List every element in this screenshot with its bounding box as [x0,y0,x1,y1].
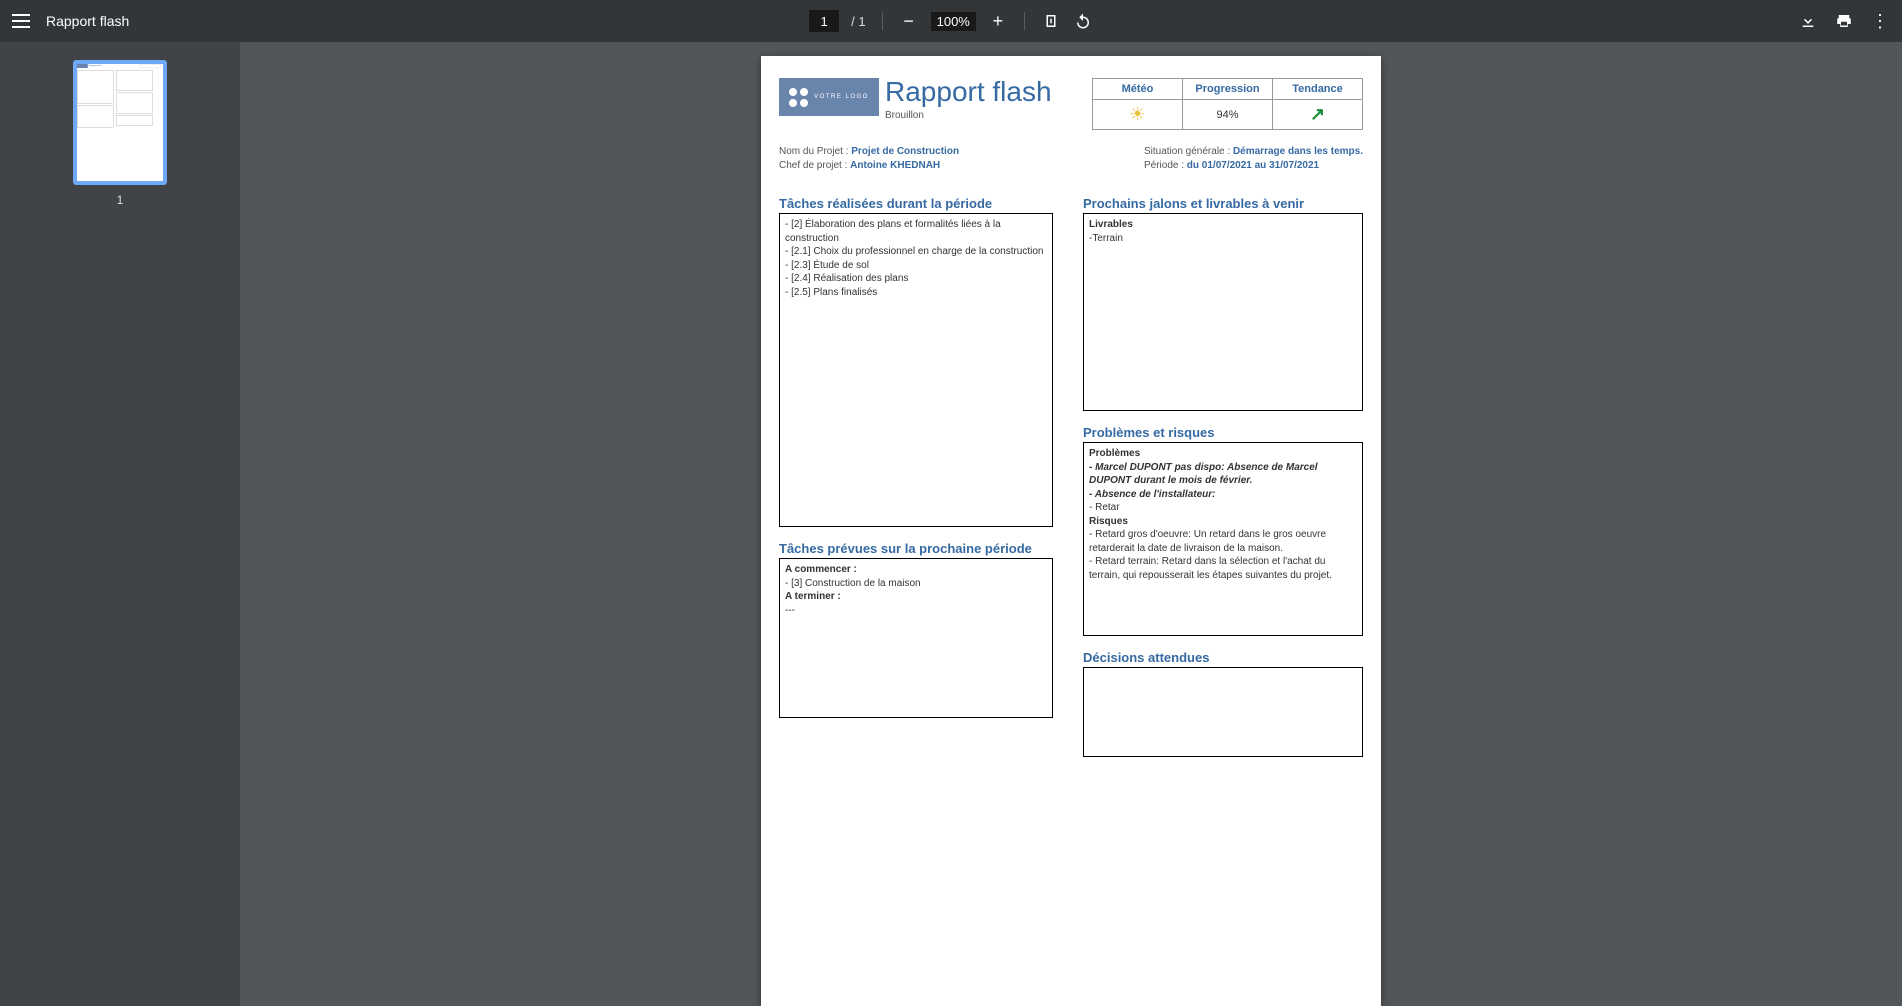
rotate-icon[interactable] [1073,12,1093,30]
periode-label: Période : [1144,160,1187,171]
report-title: Rapport flash [885,78,1052,106]
section-title: Décisions attendues [1083,650,1363,665]
situation-label: Situation générale : [1144,146,1233,157]
document-viewport[interactable]: VOTRE LOGO Rapport flash Brouillon Météo… [240,42,1902,1006]
section-title: Prochains jalons et livrables à venir [1083,196,1363,211]
thumbnail-number: 1 [73,193,167,207]
section-title: Tâches prévues sur la prochaine période [779,541,1053,556]
chef-value: Antoine KHEDNAH [850,160,940,171]
document-title: Rapport flash [46,13,129,29]
progression-value: 94% [1183,100,1273,130]
page-thumbnail-1[interactable]: Rapport flash [73,60,167,185]
section-taches-realisees: Tâches réalisées durant la période - [2]… [779,196,1053,527]
section-decisions: Décisions attendues [1083,650,1363,757]
logo-placeholder: VOTRE LOGO [779,78,879,116]
sun-icon: ☀ [1129,104,1145,124]
section-title: Tâches réalisées durant la période [779,196,1053,211]
menu-icon[interactable] [12,14,30,28]
periode-value: du 01/07/2021 au 31/07/2021 [1187,160,1319,171]
zoom-level[interactable]: 100% [931,12,976,31]
section-jalons: Prochains jalons et livrables à venir Li… [1083,196,1363,411]
section-box: Problèmes - Marcel DUPONT pas dispo: Abs… [1083,442,1363,636]
chef-label: Chef de projet : [779,160,850,171]
page-total: / 1 [851,14,865,29]
pdf-toolbar: Rapport flash / 1 − 100% + ⋮ [0,0,1902,42]
section-title: Problèmes et risques [1083,425,1363,440]
document-page-1: VOTRE LOGO Rapport flash Brouillon Météo… [761,56,1381,1006]
section-taches-prevues: Tâches prévues sur la prochaine période … [779,541,1053,718]
section-box [1083,667,1363,757]
page-number-input[interactable] [809,10,839,32]
zoom-out-button[interactable]: − [899,11,919,32]
situation-value: Démarrage dans les temps. [1233,146,1363,157]
project-value: Projet de Construction [851,146,959,157]
status-table: Météo Progression Tendance ☀ 94% ↗ [1092,78,1363,130]
zoom-in-button[interactable]: + [988,11,1008,32]
section-box: A commencer : - [3] Construction de la m… [779,558,1053,718]
section-box: Livrables -Terrain [1083,213,1363,411]
meteo-value: ☀ [1093,100,1183,130]
download-icon[interactable] [1798,12,1818,30]
trend-up-icon: ↗ [1310,104,1325,124]
logo-text: VOTRE LOGO [814,94,869,100]
meteo-header: Météo [1093,79,1183,100]
section-box: - [2] Élaboration des plans et formalité… [779,213,1053,527]
tendance-header: Tendance [1273,79,1363,100]
more-icon[interactable]: ⋮ [1870,11,1890,32]
fit-page-icon[interactable] [1041,12,1061,30]
report-subtitle: Brouillon [885,110,1052,121]
separator [882,12,883,30]
section-problemes: Problèmes et risques Problèmes - Marcel … [1083,425,1363,636]
print-icon[interactable] [1834,12,1854,30]
tendance-value: ↗ [1273,100,1363,130]
thumbnail-sidebar: Rapport flash 1 [0,42,240,1006]
separator [1024,12,1025,30]
project-label: Nom du Projet : [779,146,851,157]
progression-header: Progression [1183,79,1273,100]
